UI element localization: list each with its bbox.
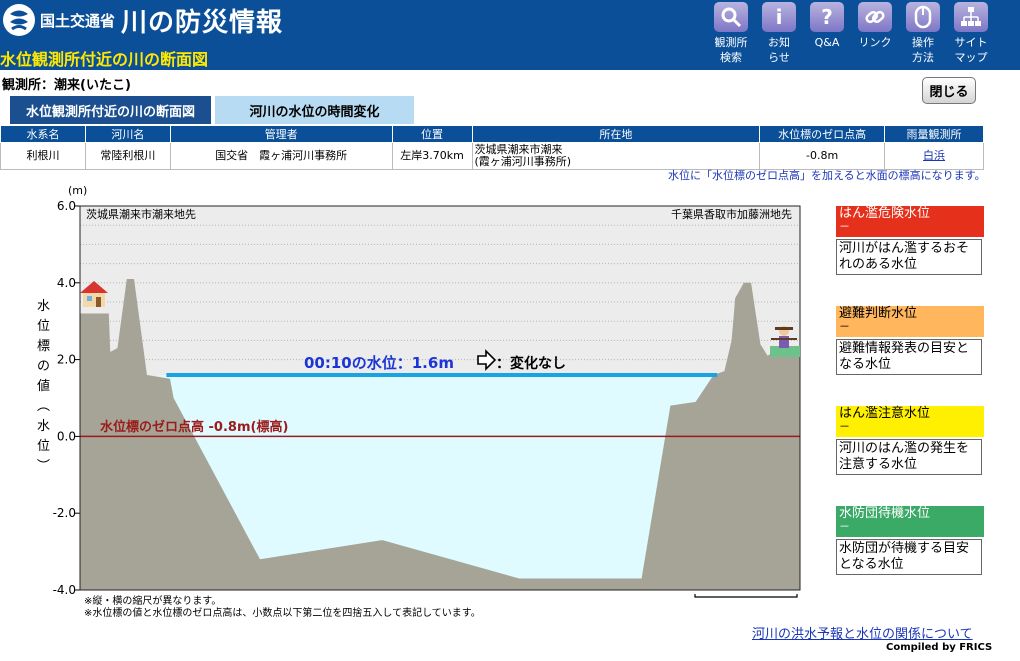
y-tick-label: 4.0 [57, 276, 76, 290]
legend-value: － [839, 320, 850, 333]
nav-qa[interactable]: ? Q&A [803, 0, 851, 65]
column-header: 水位標のゼロ点高 [759, 125, 886, 143]
left-bank-label: 茨城県潮来市潮来地先 [86, 207, 196, 221]
close-button[interactable]: 閉じる [922, 77, 976, 104]
scale-bar [694, 594, 798, 598]
tab-water-level-history[interactable]: 河川の水位の時間変化 [215, 96, 414, 124]
cross-section-chart: 6.0 4.0 2.0 0.0 -2.0 -4.0 (m) 水位標の値︵水位︶ 茨城県潮来… [37, 184, 801, 600]
right-bank-label: 千葉県香取市加藤洲地先 [671, 207, 792, 221]
legend-title: 水防団待機水位 － [836, 506, 984, 537]
water-level-label: 00:10の水位：1.6m [304, 354, 454, 372]
mouse-icon [906, 2, 940, 32]
legend-value: － [839, 420, 850, 433]
legend-title-text: はん濫注意水位 [839, 406, 931, 421]
legend-title: はん濫危険水位 － [836, 206, 984, 237]
cell-system: 利根川 [0, 142, 86, 170]
mlit-logo-icon [3, 4, 35, 36]
info-icon: i [762, 2, 796, 32]
tab-cross-section[interactable]: 水位観測所付近の川の断面図 [10, 96, 211, 124]
page-heading: 水位観測所付近の川の断面図 [0, 50, 209, 69]
top-nav: 観測所 検索 i お知 らせ ? Q&A リンク 操作 方法 サイト マップ [707, 0, 995, 65]
column-header: 河川名 [84, 125, 171, 143]
nav-station-search[interactable]: 観測所 検索 [707, 0, 755, 65]
legend-standby: 水防団待機水位 － 水防団が待機する目安となる水位 [836, 506, 984, 575]
legend-flood-danger: はん濫危険水位 － 河川がはん濫するおそれのある水位 [836, 206, 984, 275]
credit-label: Compiled by FRICS [886, 642, 993, 653]
column-header: 管理者 [169, 125, 393, 143]
nav-label: お知 らせ [768, 36, 790, 64]
magnifier-icon [714, 2, 748, 32]
cell-position: 左岸3.70km [391, 142, 473, 170]
station-name: 観測所：潮来(いたこ) [2, 78, 131, 93]
sitemap-icon [954, 2, 988, 32]
footer-note: ※水位標の値と水位標のゼロ点高は、小数点以下第二位を四捨五入して表記しています。 [84, 608, 481, 619]
y-tick-label: 6.0 [57, 199, 76, 213]
legend-description: 避難情報発表の目安となる水位 [836, 339, 982, 375]
nav-label: Q&A [814, 36, 840, 49]
flood-forecast-link[interactable]: 河川の洪水予報と水位の関係について [752, 623, 973, 642]
cell-zero-height: -0.8m [759, 142, 886, 170]
cell-manager: 国交省 霞ヶ浦河川事務所 [169, 142, 393, 170]
legend-title: 避難判断水位 － [836, 306, 984, 337]
legend-title: はん濫注意水位 － [836, 406, 984, 437]
brand[interactable]: 国土交通省 川の防災情報 [2, 2, 283, 38]
station-info-table: 水系名 河川名 管理者 位置 所在地 水位標のゼロ点高 雨量観測所 利根川 常陸… [0, 125, 984, 170]
cell-river: 常陸利根川 [84, 142, 171, 170]
column-header: 所在地 [471, 125, 761, 143]
footer-notes: ※縦・横の縮尺が異なります。 ※水位標の値と水位標のゼロ点高は、小数点以下第二位… [84, 596, 481, 620]
scale-label: 50m [731, 599, 758, 600]
legend-title-text: 水防団待機水位 [839, 506, 931, 521]
nav-label: 観測所 検索 [714, 36, 748, 64]
legend-evacuation: 避難判断水位 － 避難情報発表の目安となる水位 [836, 306, 984, 375]
footer-note: ※縦・横の縮尺が異なります。 [84, 596, 222, 607]
nav-label: サイト マップ [954, 36, 988, 64]
nav-notices[interactable]: i お知 らせ [755, 0, 803, 65]
column-header: 雨量観測所 [884, 125, 984, 143]
legend-value: － [839, 220, 850, 233]
table-header-row: 水系名 河川名 管理者 位置 所在地 水位標のゼロ点高 雨量観測所 [0, 125, 984, 143]
nav-sitemap[interactable]: サイト マップ [947, 0, 995, 65]
table-row: 利根川 常陸利根川 国交省 霞ヶ浦河川事務所 左岸3.70km 茨城県潮来市潮来… [0, 142, 984, 170]
nav-label: リンク [858, 36, 892, 49]
nav-links[interactable]: リンク [851, 0, 899, 65]
header-bar: 国土交通省 川の防災情報 水位観測所付近の川の断面図 観測所 検索 i お知 ら… [0, 0, 1020, 70]
nav-howto[interactable]: 操作 方法 [899, 0, 947, 65]
link-icon [858, 2, 892, 32]
y-tick-label: 2.0 [57, 353, 76, 367]
y-axis-ticks: 6.0 4.0 2.0 0.0 -2.0 -4.0 [53, 199, 80, 597]
legend-flood-warning: はん濫注意水位 － 河川のはん濫の発生を注意する水位 [836, 406, 984, 475]
legend-description: 河川のはん濫の発生を注意する水位 [836, 439, 982, 475]
cell-rain-station: 白浜 [884, 142, 984, 170]
legend-title-text: はん濫危険水位 [839, 206, 931, 221]
legend-description: 水防団が待機する目安となる水位 [836, 539, 982, 575]
rain-station-link[interactable]: 白浜 [923, 149, 945, 162]
nav-label: 操作 方法 [912, 36, 934, 64]
legend-title-text: 避難判断水位 [839, 306, 918, 321]
legend-value: － [839, 520, 850, 533]
cell-location: 茨城県潮来市潮来 (霞ヶ浦河川事務所) [471, 142, 761, 170]
y-axis-label: 水位標の値︵水位︶ [37, 299, 50, 474]
brand-org: 国土交通省 [40, 11, 116, 30]
zero-point-label: 水位標のゼロ点高 -0.8m(標高) [100, 419, 288, 435]
legend-description: 河川がはん濫するおそれのある水位 [836, 239, 982, 275]
y-tick-label: 0.0 [57, 429, 76, 443]
question-icon: ? [810, 2, 844, 32]
y-tick-label: -4.0 [53, 583, 76, 597]
y-tick-label: -2.0 [53, 506, 76, 520]
column-header: 位置 [391, 125, 473, 143]
y-unit-label: (m) [68, 184, 87, 197]
column-header: 水系名 [0, 125, 86, 143]
brand-title: 川の防災情報 [121, 7, 284, 38]
change-status-label: ：変化なし [496, 355, 566, 372]
